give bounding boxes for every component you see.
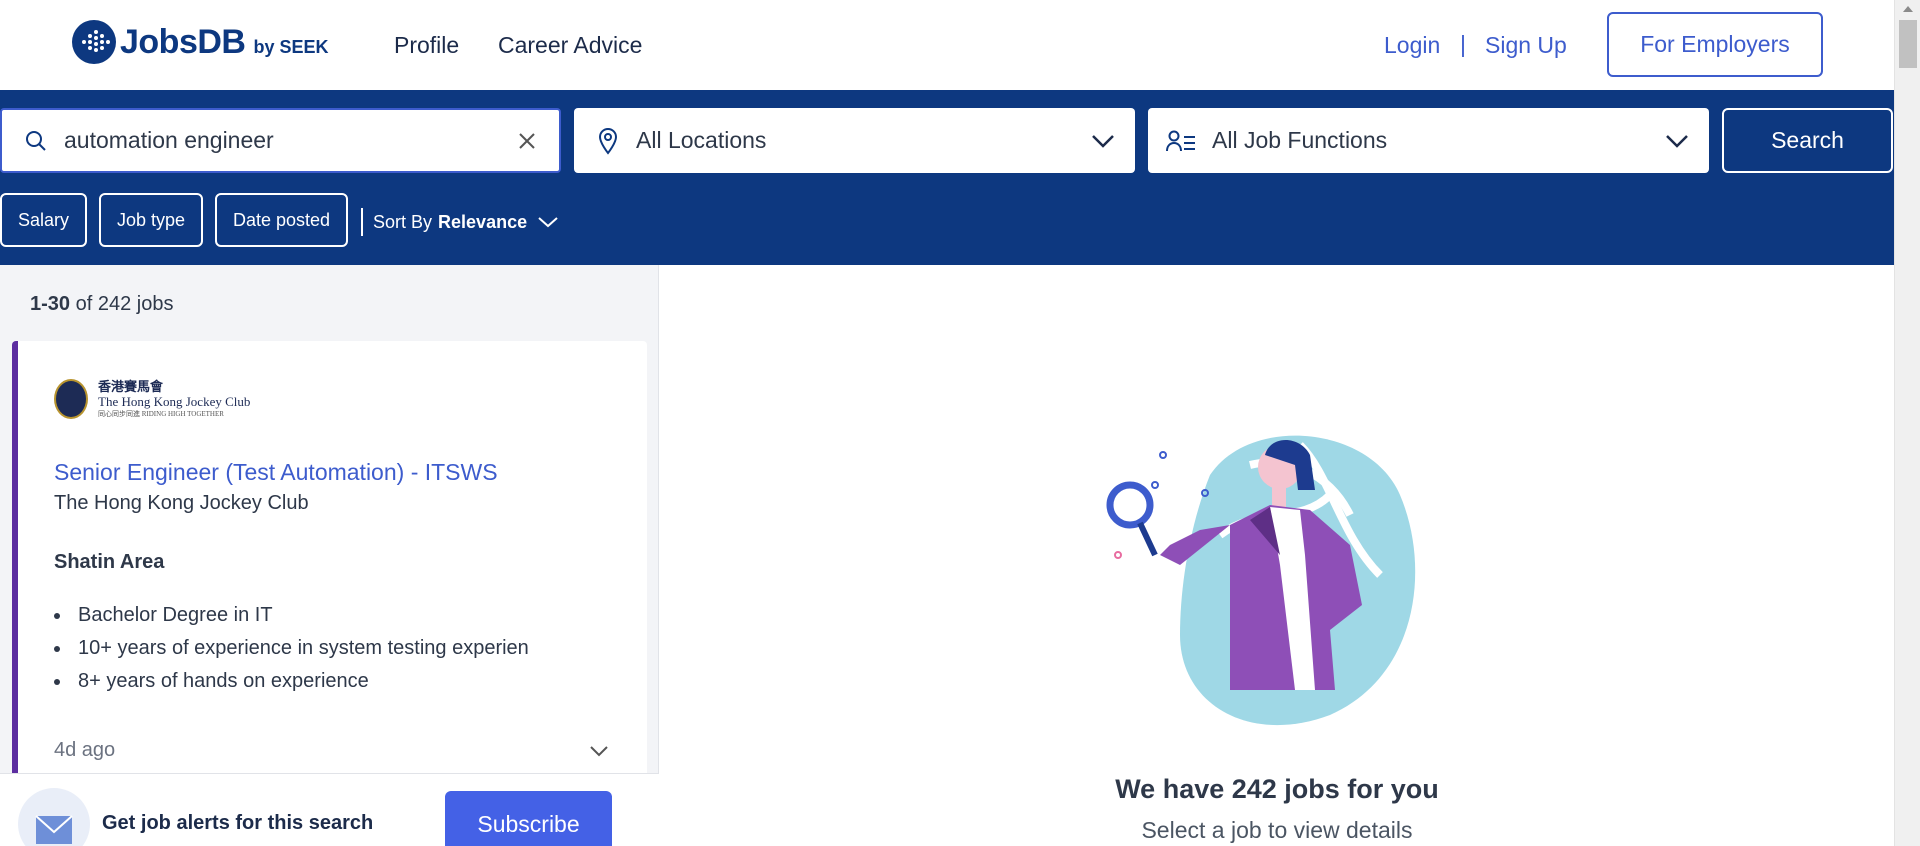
location-pin-icon xyxy=(598,127,618,155)
keyword-input[interactable]: automation engineer xyxy=(64,127,274,154)
jobsdb-logo[interactable]: JobsDB by SEEK xyxy=(72,20,329,64)
hkjc-emblem-icon xyxy=(54,379,88,419)
search-button[interactable]: Search xyxy=(1722,108,1893,173)
job-function-select[interactable]: All Job Functions xyxy=(1148,108,1709,173)
nav-profile[interactable]: Profile xyxy=(394,32,459,59)
location-select[interactable]: All Locations xyxy=(574,108,1135,173)
people-list-icon xyxy=(1166,130,1195,151)
logo-zh: 香港賽馬會 xyxy=(98,379,164,395)
jobsdb-logo-icon xyxy=(72,20,116,64)
results-count: 1-30 of 242 jobs xyxy=(30,293,173,316)
clear-icon[interactable] xyxy=(517,131,537,151)
nav-separator: | xyxy=(1460,31,1466,57)
envelope-icon xyxy=(18,788,90,846)
sort-dropdown[interactable]: Sort By Relevance xyxy=(361,208,559,236)
job-type-filter[interactable]: Job type xyxy=(99,193,203,247)
results-total: of 242 jobs xyxy=(75,293,174,315)
job-function-value: All Job Functions xyxy=(1212,127,1388,153)
logo-by-seek: by SEEK xyxy=(253,36,329,57)
search-icon xyxy=(26,130,46,151)
top-header: JobsDB by SEEK Profile Career Advice Log… xyxy=(0,0,1894,90)
logo-en: The Hong Kong Jockey Club xyxy=(98,393,251,409)
company-name: The Hong Kong Jockey Club xyxy=(54,492,309,514)
for-employers-button[interactable]: For Employers xyxy=(1607,12,1823,77)
list-item: 8+ years of hands on experience xyxy=(54,665,529,698)
logo-tagline: 同心同步同進 RIDING HIGH TOGETHER xyxy=(98,409,224,418)
sort-label: Sort By xyxy=(373,211,433,232)
page-scrollbar[interactable] xyxy=(1894,0,1920,846)
chevron-down-icon[interactable] xyxy=(588,741,610,761)
search-woman-illustration xyxy=(1106,435,1416,726)
results-range: 1-30 xyxy=(30,293,71,315)
chevron-down-icon xyxy=(1666,134,1688,148)
posted-date: 4d ago xyxy=(54,739,116,761)
scroll-up-icon[interactable] xyxy=(1903,6,1913,12)
chevron-down-icon xyxy=(1092,134,1114,148)
date-posted-filter[interactable]: Date posted xyxy=(215,193,348,247)
empty-state-headline: We have 242 jobs for you xyxy=(1115,774,1439,804)
sort-value: Relevance xyxy=(438,211,528,232)
signup-link[interactable]: Sign Up xyxy=(1485,32,1567,59)
job-highlights: Bachelor Degree in IT 10+ years of exper… xyxy=(54,599,529,698)
scroll-thumb[interactable] xyxy=(1899,20,1917,68)
job-title-link[interactable]: Senior Engineer (Test Automation) - ITSW… xyxy=(54,459,498,486)
job-card[interactable]: 香港賽馬會 The Hong Kong Jockey Club 同心同步同進 R… xyxy=(12,341,647,801)
results-list: 1-30 of 242 jobs 香港賽馬會 The Hong Kong Joc… xyxy=(0,265,659,846)
company-logo: 香港賽馬會 The Hong Kong Jockey Club 同心同步同進 R… xyxy=(54,379,250,419)
chevron-down-icon xyxy=(538,217,558,228)
search-band: automation engineer All Locations All Jo… xyxy=(0,90,1894,265)
job-alert-text: Get job alerts for this search xyxy=(102,812,374,834)
list-item: Bachelor Degree in IT xyxy=(54,599,529,632)
location-value: All Locations xyxy=(636,127,767,153)
empty-state-subtext: Select a job to view details xyxy=(1141,817,1413,843)
job-detail-pane: We have 242 jobs for you Select a job to… xyxy=(660,265,1894,846)
subscribe-button[interactable]: Subscribe xyxy=(445,791,612,846)
login-link[interactable]: Login xyxy=(1384,32,1440,59)
logo-wordmark: JobsDB xyxy=(120,22,246,61)
salary-filter[interactable]: Salary xyxy=(0,193,87,247)
nav-career-advice[interactable]: Career Advice xyxy=(498,32,642,59)
job-alert-bar: Get job alerts for this search Subscribe xyxy=(0,773,659,846)
job-location: Shatin Area xyxy=(54,551,165,573)
keyword-search-field[interactable]: automation engineer xyxy=(0,108,561,173)
list-item: 10+ years of experience in system testin… xyxy=(54,632,529,665)
